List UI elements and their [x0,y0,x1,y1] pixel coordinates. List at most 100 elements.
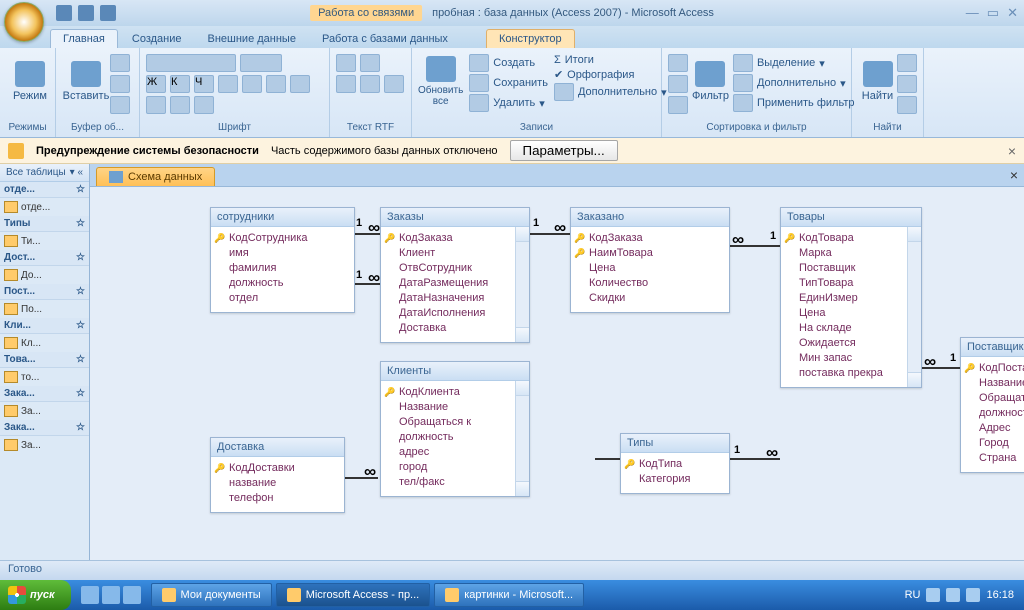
align-right-icon[interactable] [266,75,286,93]
ql-media-icon[interactable] [123,586,141,604]
table-header[interactable]: Товары [781,208,921,227]
field-item[interactable]: адрес [399,445,523,460]
view-button[interactable]: Режим [6,50,54,112]
field-item[interactable]: отдел [229,291,348,306]
indent-inc-icon[interactable] [360,75,380,93]
field-item[interactable]: Цена [799,306,915,321]
italic-icon[interactable]: К [170,75,190,93]
nav-header[interactable]: Все таблицы▾ « [0,164,89,182]
field-item[interactable]: Поставщик [799,261,915,276]
nav-group-header[interactable]: Типы☆ [0,216,89,232]
indent-dec-icon[interactable] [336,75,356,93]
table-tipy[interactable]: ТипыКодТипаКатегория [620,433,730,494]
field-item[interactable]: Ожидается [799,336,915,351]
security-options-button[interactable]: Параметры... [510,140,618,161]
field-item[interactable]: ДатаИсполнения [399,306,523,321]
nav-table-item[interactable]: Кл... [0,334,89,352]
nav-table-item[interactable]: За... [0,402,89,420]
field-item[interactable]: должность [979,406,1024,421]
nav-table-item[interactable]: Ти... [0,232,89,250]
nav-group-header[interactable]: Кли...☆ [0,318,89,334]
scrollbar[interactable] [515,381,529,496]
nav-table-item[interactable]: По... [0,300,89,318]
field-item[interactable]: Название [979,376,1024,391]
list-icon[interactable] [336,54,356,72]
field-item[interactable]: поставка прекра [799,366,915,381]
nav-group-header[interactable]: Това...☆ [0,352,89,368]
restore-button[interactable]: ▭ [987,5,999,21]
alt-row-icon[interactable] [194,96,214,114]
new-record-button[interactable]: Создать [469,54,548,72]
field-item[interactable]: КодТипа [639,457,723,472]
field-item[interactable]: тел/факс [399,475,523,490]
field-item[interactable]: Марка [799,246,915,261]
align-center-icon[interactable] [242,75,262,93]
sort-asc-icon[interactable] [668,54,688,72]
delete-record-button[interactable]: Удалить▾ [469,94,548,112]
paste-button[interactable]: Вставить [62,50,110,112]
advanced-filter-button[interactable]: Дополнительно▾ [733,74,855,92]
field-item[interactable]: Город [979,436,1024,451]
nav-table-item[interactable]: За... [0,436,89,454]
nav-table-item[interactable]: отде... [0,198,89,216]
qat-save-icon[interactable] [56,5,72,21]
field-item[interactable]: Страна [979,451,1024,466]
field-item[interactable]: КодСотрудника [229,231,348,246]
taskbar-item[interactable]: картинки - Microsoft... [434,583,584,607]
field-item[interactable]: КодПоставщика [979,361,1024,376]
nav-group-header[interactable]: Зака...☆ [0,420,89,436]
field-item[interactable]: город [399,460,523,475]
security-close-button[interactable]: × [1008,143,1016,159]
tab-create[interactable]: Создание [120,30,194,48]
fill-color-icon[interactable] [170,96,190,114]
field-item[interactable]: КодЗаказа [399,231,523,246]
tab-dbtools[interactable]: Работа с базами данных [310,30,460,48]
replace-icon[interactable] [897,54,917,72]
numlist-icon[interactable] [360,54,380,72]
tab-design[interactable]: Конструктор [486,29,575,48]
field-item[interactable]: КодДоставки [229,461,338,476]
copy-icon[interactable] [110,75,130,93]
taskbar-item[interactable]: Мои документы [151,583,272,607]
qat-undo-icon[interactable] [78,5,94,21]
field-item[interactable]: КодТовара [799,231,915,246]
gridlines-icon[interactable] [290,75,310,93]
table-zakazano[interactable]: ЗаказаноКодЗаказаНаимТовараЦенаКоличеств… [570,207,730,313]
format-painter-icon[interactable] [110,96,130,114]
ql-ie-icon[interactable] [81,586,99,604]
refresh-all-button[interactable]: Обновить все [418,50,463,112]
field-item[interactable]: Адрес [979,421,1024,436]
sort-desc-icon[interactable] [668,75,688,93]
nav-group-header[interactable]: Зака...☆ [0,386,89,402]
field-item[interactable]: Доставка [399,321,523,336]
spelling-button[interactable]: ✔Орфография [554,68,667,81]
find-button[interactable]: Найти [858,50,897,112]
table-header[interactable]: Заказы [381,208,529,227]
table-postavshiki[interactable]: ПоставщикиКодПоставщикаНазваниеОбращатьс… [960,337,1024,473]
table-header[interactable]: Заказано [571,208,729,227]
more-button[interactable]: Дополнительно▾ [554,83,667,101]
table-header[interactable]: сотрудники [211,208,354,227]
underline-icon[interactable]: Ч [194,75,214,93]
clock[interactable]: 16:18 [986,589,1014,601]
field-item[interactable]: КодКлиента [399,385,523,400]
office-button[interactable] [4,2,44,42]
field-item[interactable]: должность [229,276,348,291]
field-item[interactable]: ДатаРазмещения [399,276,523,291]
field-item[interactable]: Обращаться к [399,415,523,430]
nav-group-header[interactable]: отде...☆ [0,182,89,198]
table-header[interactable]: Типы [621,434,729,453]
field-item[interactable]: Цена [589,261,723,276]
bold-icon[interactable]: Ж [146,75,166,93]
table-header[interactable]: Поставщики [961,338,1024,357]
tab-relationships[interactable]: Схема данных [96,167,215,186]
nav-table-item[interactable]: то... [0,368,89,386]
tab-external[interactable]: Внешние данные [196,30,308,48]
field-item[interactable]: Количество [589,276,723,291]
field-item[interactable]: На складе [799,321,915,336]
table-header[interactable]: Клиенты [381,362,529,381]
field-item[interactable]: НаимТовара [589,246,723,261]
field-item[interactable]: ОтвСотрудник [399,261,523,276]
toggle-filter-button[interactable]: Применить фильтр [733,94,855,112]
table-sotrudniki[interactable]: сотрудникиКодСотрудникаимяфамилиядолжнос… [210,207,355,313]
